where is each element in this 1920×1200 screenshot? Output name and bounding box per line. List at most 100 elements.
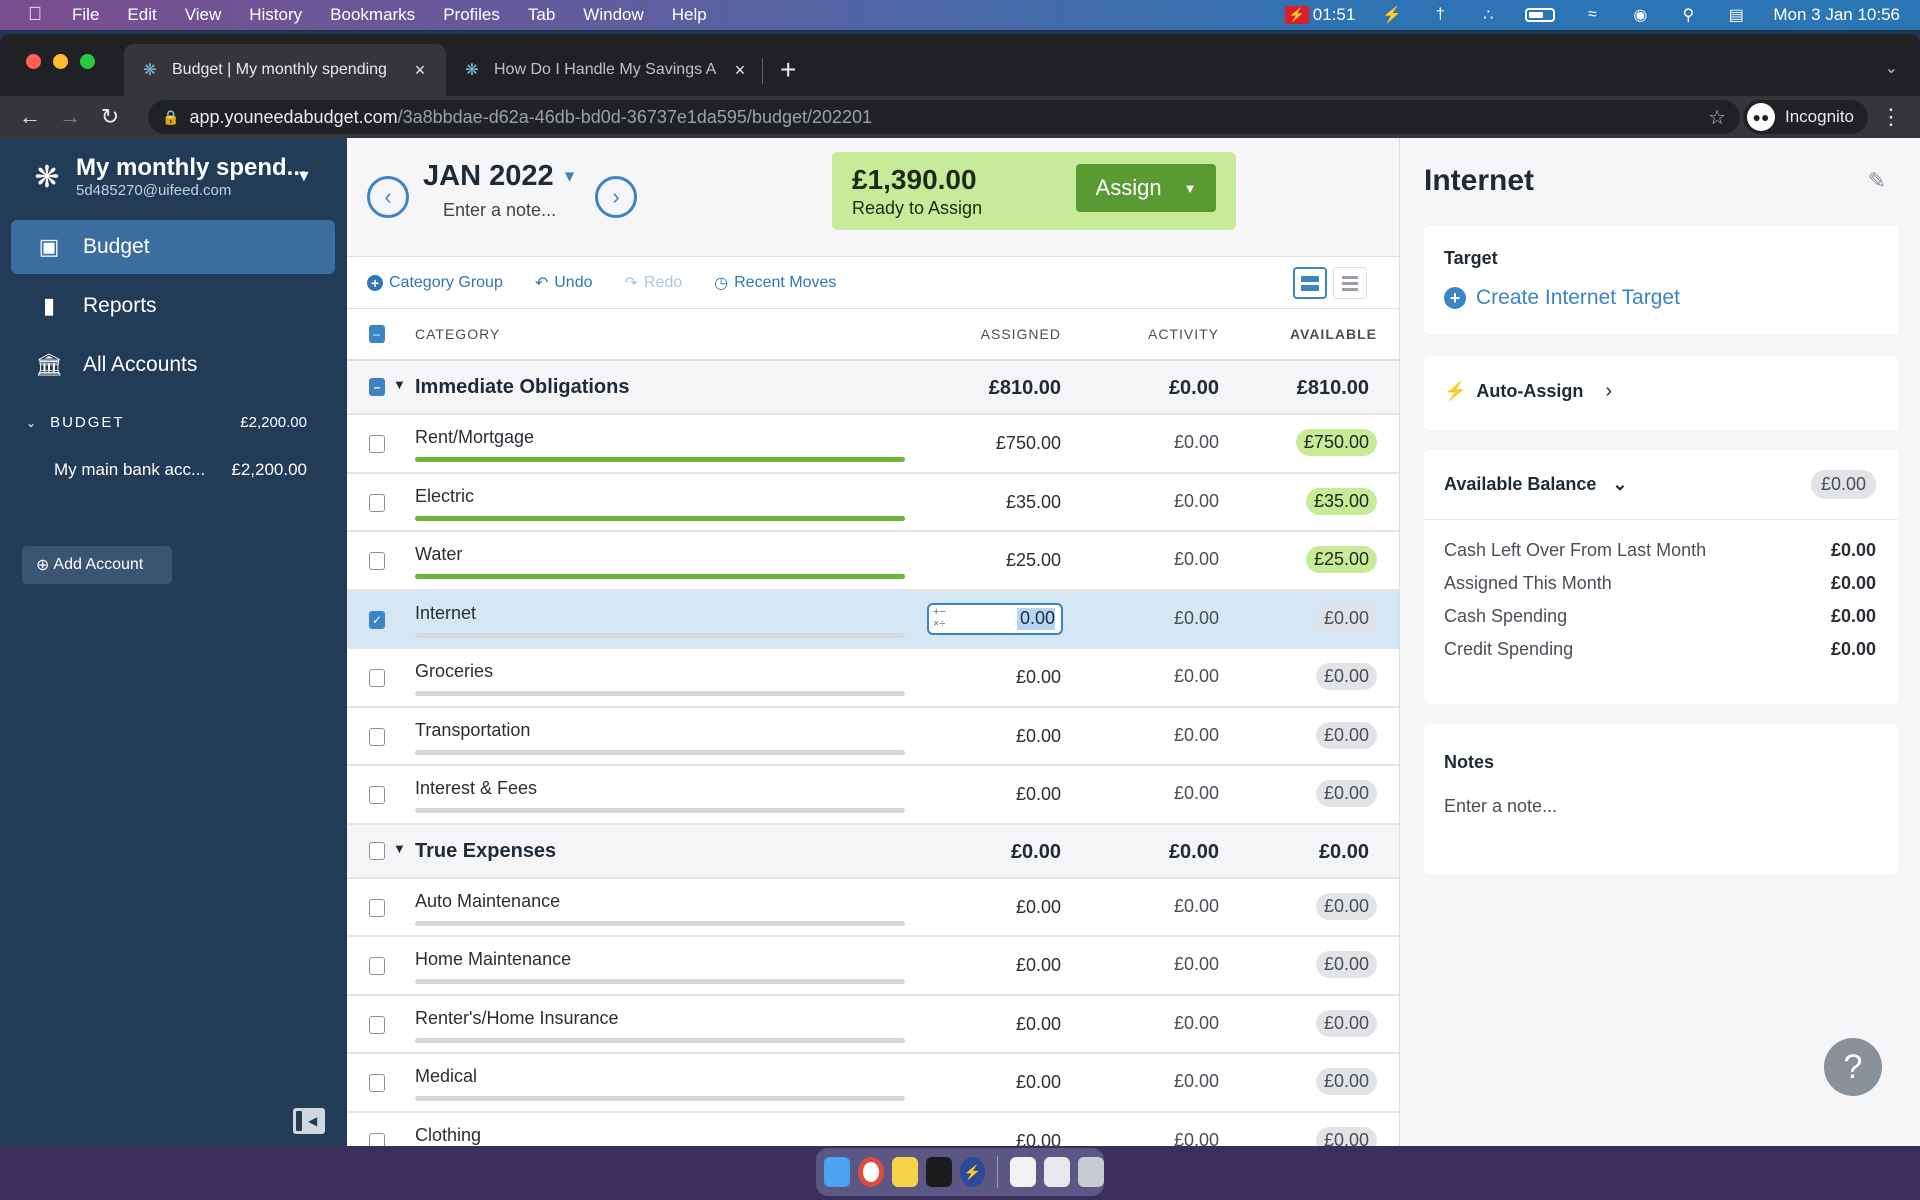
category-activity[interactable]: £0.00: [1174, 666, 1219, 687]
category-available-pill[interactable]: £0.00: [1315, 780, 1377, 807]
address-bar[interactable]: 🔒 app.youneedabudget.com/3a8bbdae-d62a-4…: [148, 100, 1740, 134]
category-checkbox[interactable]: [369, 957, 385, 975]
category-name[interactable]: Clothing: [415, 1125, 481, 1146]
maximize-window-button[interactable]: [80, 54, 95, 69]
account-item[interactable]: My main bank acc... £2,200.00: [54, 460, 307, 480]
apple-icon[interactable]: : [28, 4, 48, 26]
recent-moves-button[interactable]: ◷ Recent Moves: [714, 273, 836, 293]
category-name[interactable]: Internet: [415, 603, 476, 624]
preview-window-icon[interactable]: [1044, 1157, 1071, 1187]
sidebar-item-budget[interactable]: ▣ Budget: [11, 220, 335, 274]
category-row[interactable]: Interest & Fees £0.00 £0.00 £0.00: [347, 766, 1399, 825]
category-activity[interactable]: £0.00: [1174, 954, 1219, 975]
category-checkbox[interactable]: [369, 435, 385, 453]
category-checkbox[interactable]: [369, 786, 385, 804]
category-assigned[interactable]: £750.00: [996, 433, 1061, 454]
close-tab-icon[interactable]: ×: [730, 60, 750, 81]
sidebar-item-reports[interactable]: ▮ Reports: [11, 279, 335, 333]
category-assigned[interactable]: £0.00: [1016, 1131, 1061, 1147]
battery-icon[interactable]: [1525, 8, 1556, 22]
category-checkbox[interactable]: ✓: [369, 610, 385, 629]
tab-search-chevron-icon[interactable]: ⌄: [1885, 58, 1898, 78]
user-icon[interactable]: ◉: [1629, 5, 1651, 25]
trash-icon[interactable]: [1078, 1157, 1105, 1187]
auto-assign-card[interactable]: ⚡ Auto-Assign ›: [1424, 356, 1898, 430]
previous-month-button[interactable]: ‹: [367, 176, 409, 218]
compact-view-button[interactable]: [1333, 267, 1367, 299]
category-row[interactable]: Rent/Mortgage £750.00 £0.00 £750.00: [347, 415, 1399, 474]
category-activity[interactable]: £0.00: [1174, 549, 1219, 570]
category-activity[interactable]: £0.00: [1174, 1130, 1219, 1147]
menu-clock[interactable]: Mon 3 Jan 10:56: [1773, 5, 1900, 25]
category-name[interactable]: Water: [415, 544, 462, 565]
add-account-button[interactable]: ⊕ Add Account: [22, 546, 172, 584]
category-group-row[interactable]: ▼ True Expenses £0.00 £0.00 £0.00: [347, 824, 1399, 879]
category-assigned[interactable]: £35.00: [1006, 492, 1061, 513]
menu-window[interactable]: Window: [583, 5, 643, 25]
control-center-icon[interactable]: ▤: [1725, 5, 1747, 25]
bookmark-star-icon[interactable]: ☆: [1708, 105, 1726, 130]
pencil-edit-icon[interactable]: ✎: [1868, 168, 1886, 194]
category-activity[interactable]: £0.00: [1174, 783, 1219, 804]
reeder-icon[interactable]: ⚡: [959, 1157, 986, 1187]
category-available-pill[interactable]: £0.00: [1315, 604, 1377, 632]
category-checkbox[interactable]: [369, 1074, 385, 1092]
expanded-view-button[interactable]: [1293, 267, 1327, 299]
category-name[interactable]: Rent/Mortgage: [415, 427, 534, 448]
category-checkbox[interactable]: [369, 898, 385, 917]
category-checkbox[interactable]: [369, 669, 385, 687]
category-checkbox[interactable]: [369, 1132, 385, 1146]
category-checkbox[interactable]: [369, 1015, 385, 1034]
account-group-budget[interactable]: ⌄ BUDGET £2,200.00: [26, 414, 307, 431]
new-tab-button[interactable]: +: [780, 54, 796, 86]
category-row[interactable]: Water £25.00 £0.00 £25.00: [347, 532, 1399, 591]
tab-budget[interactable]: ❋ Budget | My monthly spending ×: [124, 44, 446, 96]
group-name[interactable]: Immediate Obligations: [415, 376, 629, 399]
assigned-input[interactable]: +− ×÷: [927, 602, 1063, 635]
category-name[interactable]: Renter's/Home Insurance: [415, 1008, 619, 1029]
category-activity[interactable]: £0.00: [1174, 896, 1219, 917]
category-activity[interactable]: £0.00: [1174, 1071, 1219, 1092]
menu-view[interactable]: View: [185, 5, 222, 25]
lock-icon[interactable]: 🔒: [162, 109, 179, 126]
terminal-icon[interactable]: [925, 1157, 952, 1187]
category-name[interactable]: Interest & Fees: [415, 778, 537, 799]
chrome-icon[interactable]: [857, 1157, 884, 1187]
menu-history[interactable]: History: [249, 5, 302, 25]
category-activity[interactable]: £0.00: [1174, 432, 1219, 453]
assign-button[interactable]: Assign ▼: [1076, 164, 1216, 212]
category-assigned[interactable]: £0.00: [1016, 1014, 1061, 1035]
reload-button[interactable]: ↻: [92, 104, 128, 130]
notes-input[interactable]: Enter a note...: [1444, 796, 1557, 817]
category-assigned[interactable]: £0.00: [1016, 955, 1061, 976]
spotlight-search-icon[interactable]: ⚲: [1677, 5, 1699, 25]
category-name[interactable]: Electric: [415, 486, 474, 507]
collapse-triangle-icon[interactable]: ▼: [393, 841, 406, 856]
display-icon[interactable]: ∴: [1477, 5, 1499, 25]
collapse-triangle-icon[interactable]: ▼: [393, 377, 406, 392]
category-assigned[interactable]: £0.00: [1016, 784, 1061, 805]
category-row[interactable]: Groceries £0.00 £0.00 £0.00: [347, 649, 1399, 708]
incognito-profile-button[interactable]: ●● Incognito: [1743, 100, 1868, 134]
next-month-button[interactable]: ›: [595, 176, 637, 218]
assigned-input-field[interactable]: [965, 607, 1055, 629]
add-category-group-button[interactable]: + Category Group: [367, 274, 503, 292]
category-available-pill[interactable]: £0.00: [1315, 1068, 1377, 1095]
budget-switcher[interactable]: ❋ My monthly spend... 5d485270@uifeed.co…: [28, 154, 311, 200]
tab-savings-article[interactable]: ❋ How Do I Handle My Savings A ×: [446, 44, 766, 96]
minimize-window-button[interactable]: [53, 54, 68, 69]
category-name[interactable]: Medical: [415, 1066, 477, 1087]
category-available-pill[interactable]: £0.00: [1315, 663, 1377, 690]
category-available-pill[interactable]: £25.00: [1305, 546, 1377, 573]
bolt-app-icon[interactable]: ⚡: [1381, 5, 1403, 25]
chrome-menu-icon[interactable]: ⋮: [1880, 104, 1902, 130]
category-assigned[interactable]: £0.00: [1016, 726, 1061, 747]
collapse-sidebar-button[interactable]: ◀: [293, 1108, 325, 1134]
category-activity[interactable]: £0.00: [1174, 1013, 1219, 1034]
category-activity[interactable]: £0.00: [1174, 608, 1219, 629]
close-window-button[interactable]: [26, 54, 41, 69]
select-all-checkbox[interactable]: –: [369, 325, 385, 343]
category-available-pill[interactable]: £0.00: [1315, 1009, 1377, 1037]
category-group-row[interactable]: – ▼ Immediate Obligations £810.00 £0.00 £810.…: [347, 361, 1399, 415]
help-button[interactable]: ?: [1824, 1038, 1882, 1096]
